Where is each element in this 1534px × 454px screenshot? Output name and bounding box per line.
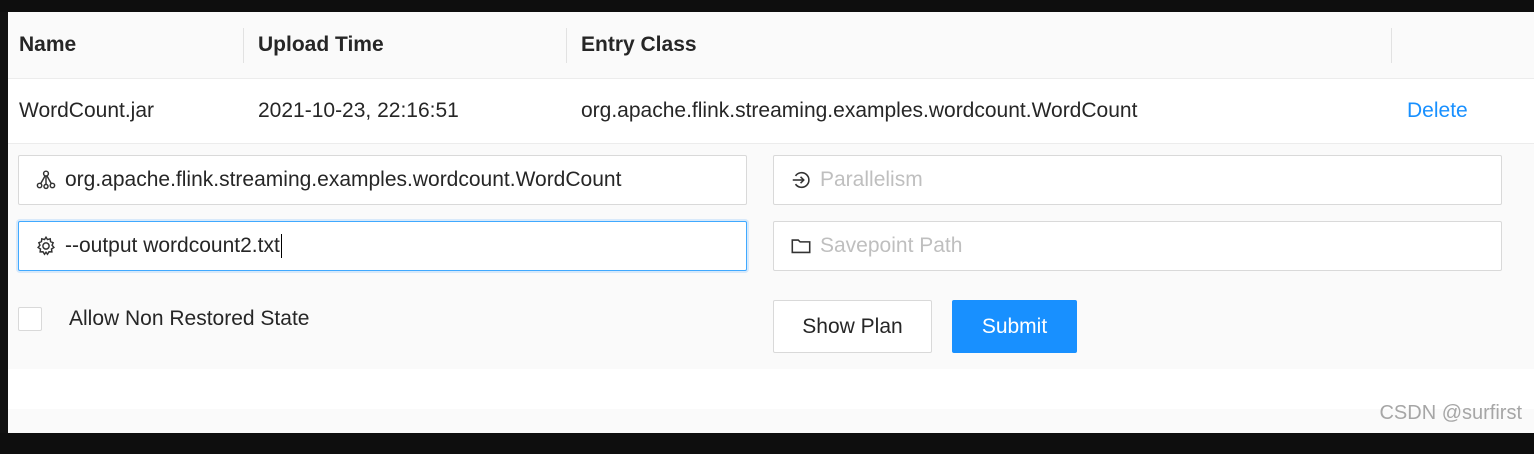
parallelism-placeholder: Parallelism (820, 168, 923, 191)
window-left-edge (0, 12, 8, 433)
table-row[interactable]: WordCount.jar 2021-10-23, 22:16:51 org.a… (8, 79, 1534, 144)
table-header: Name Upload Time Entry Class (8, 12, 1534, 79)
savepoint-path-placeholder: Savepoint Path (820, 234, 963, 257)
program-arguments-value: --output wordcount2.txt (65, 234, 280, 257)
allow-non-restored-checkbox[interactable] (18, 307, 42, 331)
submit-button[interactable]: Submit (952, 300, 1077, 353)
entry-class-input[interactable]: org.apache.flink.streaming.examples.word… (18, 155, 747, 205)
allow-non-restored-label[interactable]: Allow Non Restored State (69, 307, 309, 331)
column-divider (243, 28, 244, 63)
program-arguments-input[interactable]: --output wordcount2.txt (18, 221, 747, 271)
entry-class-cell: org.apache.flink.streaming.examples.word… (581, 99, 1138, 122)
savepoint-path-input[interactable]: Savepoint Path (773, 221, 1502, 271)
show-plan-button[interactable]: Show Plan (773, 300, 932, 353)
delete-link[interactable]: Delete (1407, 79, 1468, 143)
submit-job-form: org.apache.flink.streaming.examples.word… (8, 144, 1534, 369)
cluster-icon (35, 169, 57, 191)
text-cursor (280, 234, 282, 258)
jar-name-cell: WordCount.jar (19, 99, 155, 122)
watermark: CSDN @surfirst (1379, 402, 1522, 424)
allow-non-restored-option[interactable]: Allow Non Restored State (18, 304, 309, 334)
entry-class-value: org.apache.flink.streaming.examples.word… (65, 168, 622, 191)
column-divider (1391, 28, 1392, 63)
column-header-upload-time[interactable]: Upload Time (258, 12, 384, 78)
column-divider (566, 28, 567, 63)
window-bottom-edge (0, 433, 1534, 454)
panel-footer (8, 369, 1534, 409)
upload-time-cell: 2021-10-23, 22:16:51 (258, 99, 459, 122)
jar-detail-panel: Name Upload Time Entry Class WordCount.j… (8, 12, 1534, 433)
folder-icon (790, 235, 812, 257)
column-header-name[interactable]: Name (19, 12, 76, 78)
parallelism-input[interactable]: Parallelism (773, 155, 1502, 205)
gear-icon (35, 235, 57, 257)
column-header-entry-class[interactable]: Entry Class (581, 12, 697, 78)
login-icon (790, 169, 812, 191)
